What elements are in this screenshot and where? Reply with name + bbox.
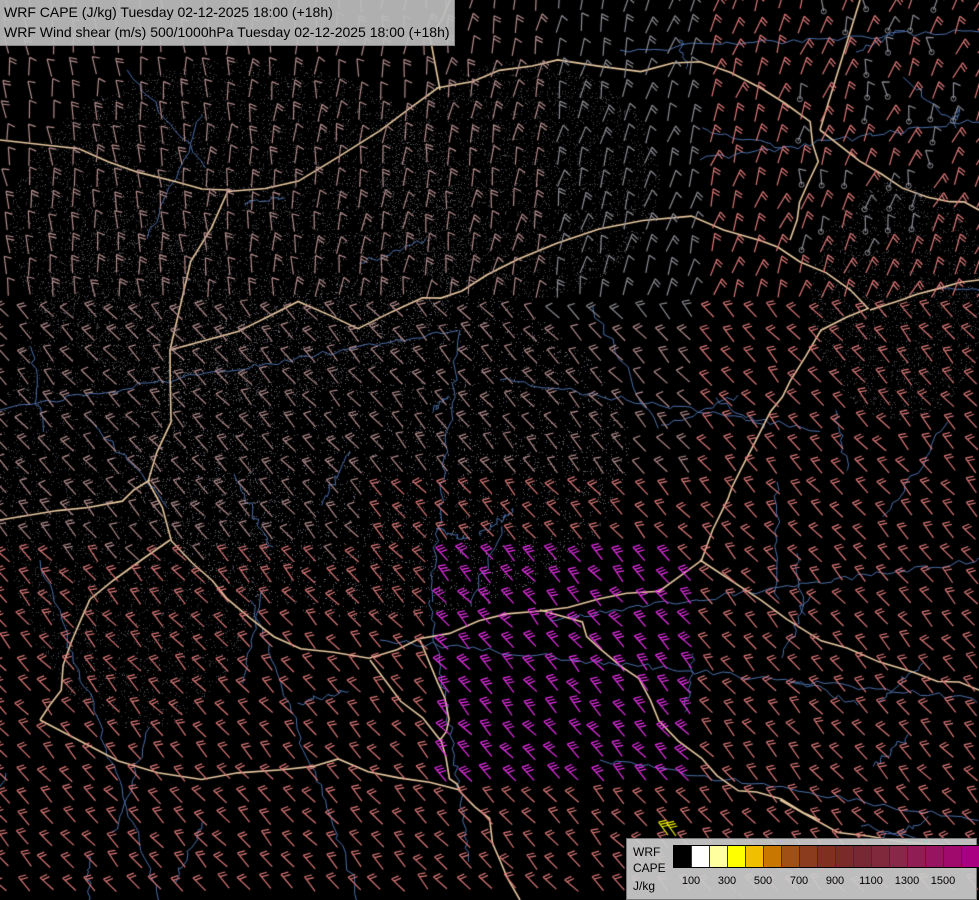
cape-legend: WRF CAPE J/kg 100 300 500 700 900 1100 1300 150… [626, 838, 979, 900]
legend-swatch [800, 846, 818, 867]
legend-tick-label: 900 [825, 875, 845, 887]
legend-swatch [782, 846, 800, 867]
legend-tick-label: 100 [681, 875, 701, 887]
wind-shear-title: WRF Wind shear (m/s) 500/1000hPa Tuesday… [4, 24, 450, 40]
legend-tick-label: 500 [753, 875, 773, 887]
legend-swatch [854, 846, 872, 867]
legend-tick-labels: 100 300 500 700 900 1100 1300 1500 [673, 875, 973, 893]
map-title-box: WRF CAPE (J/kg) Tuesday 02-12-2025 18:00… [0, 0, 455, 46]
legend-swatch [710, 846, 728, 867]
legend-swatch [944, 846, 962, 867]
legend-swatch [728, 846, 746, 867]
legend-tick-label: 1500 [930, 875, 956, 887]
legend-swatch [890, 846, 908, 867]
legend-color-scale [673, 845, 979, 868]
legend-unit-label: J/kg [633, 879, 656, 893]
legend-tick-label: 700 [789, 875, 809, 887]
weather-map [0, 0, 979, 900]
legend-field-label: CAPE [633, 861, 666, 875]
legend-swatch [836, 846, 854, 867]
legend-tick-label: 300 [717, 875, 737, 887]
legend-tick-label: 1300 [894, 875, 920, 887]
legend-swatch [962, 846, 979, 867]
legend-model-label: WRF [633, 845, 661, 859]
legend-swatch [926, 846, 944, 867]
legend-swatch [872, 846, 890, 867]
legend-swatch [908, 846, 926, 867]
cape-title: WRF CAPE (J/kg) Tuesday 02-12-2025 18:00… [4, 4, 333, 20]
legend-swatch [674, 846, 692, 867]
legend-swatch [764, 846, 782, 867]
legend-swatch [818, 846, 836, 867]
legend-swatch [746, 846, 764, 867]
legend-swatch [692, 846, 710, 867]
legend-tick-label: 1100 [859, 875, 883, 887]
